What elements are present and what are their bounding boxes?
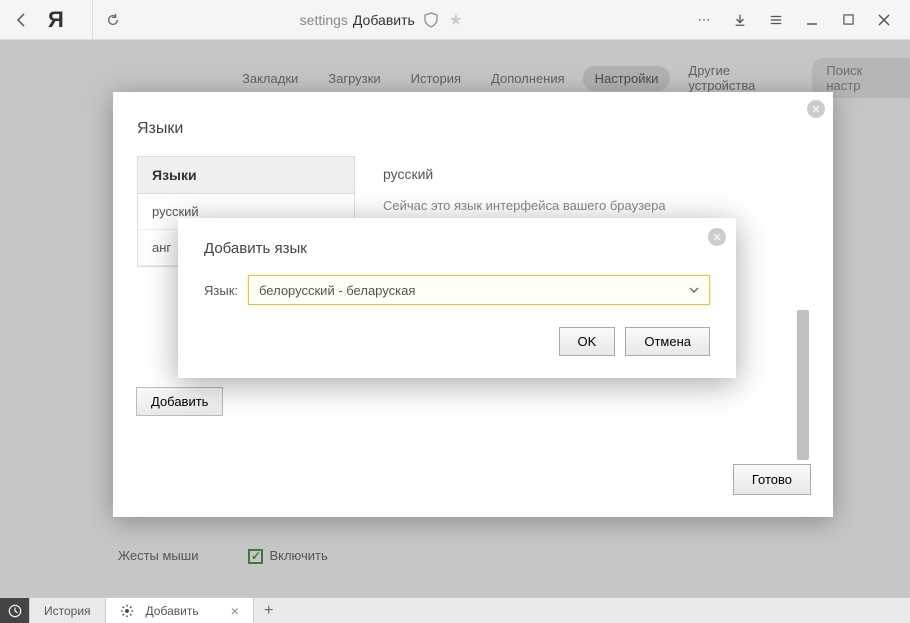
language-select[interactable]: белорусский - беларуская [248,275,710,305]
languages-popup-title: Языки [113,92,833,156]
minimize-button[interactable] [794,6,830,34]
languages-sidebar-head: Языки [138,157,354,194]
reload-button[interactable] [103,10,123,30]
current-language-title: русский [383,166,809,182]
scrollbar[interactable] [797,310,809,460]
close-window-button[interactable] [866,6,902,34]
menu-button[interactable] [758,6,794,34]
gear-icon [120,604,134,618]
titlebar: Я settings Добавить ★ ⋯ [0,0,910,40]
current-language-desc: Сейчас это язык интерфейса вашего браузе… [383,198,809,213]
more-button[interactable]: ⋯ [686,6,722,34]
add-language-button[interactable]: Добавить [136,387,223,416]
maximize-button[interactable] [830,6,866,34]
add-language-modal: ✕ Добавить язык Язык: белорусский - бела… [178,218,736,378]
shield-icon[interactable] [423,12,439,28]
downloads-button[interactable] [722,6,758,34]
chevron-down-icon [689,285,699,295]
bottom-tab-settings[interactable]: Добавить × [106,598,254,623]
bookmark-star-icon[interactable]: ★ [449,10,463,30]
checkbox-checked-icon: ✓ [248,549,263,564]
language-select-value: белорусский - беларуская [259,283,415,298]
cancel-button[interactable]: Отмена [625,327,710,356]
address-right: Добавить [353,12,415,28]
close-icon[interactable]: ✕ [708,228,726,246]
add-language-title: Добавить язык [204,240,710,257]
bottom-tab-history[interactable]: История [30,598,106,623]
ok-button[interactable]: OK [559,327,616,356]
language-select-label: Язык: [204,283,238,298]
yandex-logo[interactable]: Я [48,7,64,33]
close-icon[interactable]: ✕ [807,100,825,118]
address-bar[interactable]: settings Добавить ★ [92,0,678,39]
mouse-gestures-section: Жесты мыши ✓Включить [118,548,328,564]
done-button[interactable]: Готово [733,464,811,495]
close-tab-icon[interactable]: × [231,603,239,619]
address-left: settings [300,12,348,28]
clock-icon[interactable] [0,598,30,623]
bottom-tab-bar: История Добавить × + [0,597,910,623]
mouse-gestures-label: Жесты мыши [118,548,198,563]
enable-gestures-checkbox[interactable]: ✓Включить [248,548,327,564]
new-tab-button[interactable]: + [254,598,284,623]
back-button[interactable] [8,6,36,34]
